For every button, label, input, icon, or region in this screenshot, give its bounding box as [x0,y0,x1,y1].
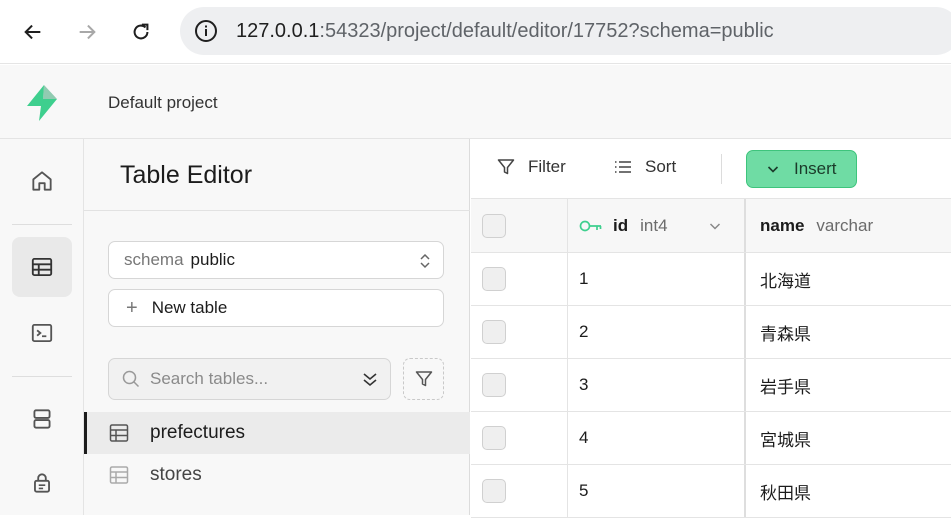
row-checkbox[interactable] [482,373,506,397]
cell-name[interactable]: 北海道 [746,253,951,305]
table-editor-icon [31,257,53,277]
reload-button[interactable] [125,16,157,48]
app-header: Default project [0,65,951,139]
schema-label: schema [124,250,184,269]
cell-id[interactable]: 4 [568,412,746,464]
rail-divider [12,376,72,377]
arrow-right-icon [79,24,96,40]
cell-name[interactable]: 秋田県 [746,465,951,517]
table-row[interactable]: 4 宮城県 [471,412,951,465]
chevron-up-down-icon [420,253,430,269]
search-icon [121,369,141,389]
table-name: stores [150,464,202,485]
cell-id[interactable]: 2 [568,306,746,358]
cell-name[interactable]: 宮城県 [746,412,951,464]
row-select-cell [471,359,568,411]
address-bar[interactable]: 127.0.0.1:54323/project/default/editor/1… [180,7,951,55]
sort-label: Sort [645,157,677,176]
nav-table-editor[interactable] [12,237,72,297]
nav-home[interactable] [12,151,72,211]
chevrons-down-icon[interactable] [361,369,379,389]
arrow-left-icon [24,24,41,40]
grid-toolbar: Filter Sort Insert [471,139,951,199]
column-header-id[interactable]: id int4 [568,199,746,252]
forward-button[interactable] [71,16,103,48]
new-table-button[interactable]: + New table [108,289,444,327]
auth-lock-icon [34,473,50,493]
table-list-item-prefectures[interactable]: prefectures [84,412,470,454]
back-button[interactable] [17,16,49,48]
row-checkbox[interactable] [482,426,506,450]
sort-button[interactable]: Sort [613,157,676,177]
plus-icon: + [126,296,138,319]
reload-icon [133,23,149,40]
column-name: id [613,215,629,235]
table-icon [108,464,130,486]
table-name: prefectures [150,422,246,443]
row-checkbox[interactable] [482,479,506,503]
row-checkbox[interactable] [482,267,506,291]
new-table-label: New table [151,298,228,317]
chevron-down-icon [767,166,779,173]
page-title: Table Editor [120,161,253,189]
filter-icon [415,371,432,387]
table-row[interactable]: 1 北海道 [471,253,951,306]
schema-value: public [190,250,235,269]
cell-id[interactable]: 5 [568,465,746,517]
nav-rail [0,139,84,515]
select-all-checkbox[interactable] [482,213,506,238]
filter-icon [497,159,515,175]
column-type: varchar [816,215,874,235]
filter-tables-button[interactable] [403,358,444,400]
url-text: 127.0.0.1:54323/project/default/editor/1… [236,20,774,43]
table-row[interactable]: 2 青森県 [471,306,951,359]
toolbar-divider [721,154,722,184]
grid-header-row: id int4 name varchar [471,199,951,253]
nav-authentication[interactable] [12,453,72,513]
insert-label: Insert [794,159,837,178]
chevron-down-icon[interactable] [708,219,722,233]
table-icon [108,422,130,444]
sql-editor-icon [31,323,53,343]
cell-name[interactable]: 青森県 [746,306,951,358]
row-checkbox[interactable] [482,320,506,344]
row-select-cell [471,306,568,358]
supabase-logo[interactable] [22,83,62,123]
schema-selector[interactable]: schema public [108,241,444,279]
rail-divider [12,224,72,225]
search-tables-input[interactable]: Search tables... [108,358,391,400]
column-name: name [760,215,805,235]
table-row[interactable]: 3 岩手県 [471,359,951,412]
search-placeholder: Search tables... [150,369,269,388]
filter-button[interactable]: Filter [496,157,566,177]
site-info-icon[interactable] [193,18,219,44]
cell-id[interactable]: 1 [568,253,746,305]
row-select-cell [471,465,568,517]
column-type: int4 [640,215,668,235]
column-header-name[interactable]: name varchar [746,199,951,252]
select-all-cell [471,199,568,252]
database-icon [33,409,51,429]
browser-toolbar: 127.0.0.1:54323/project/default/editor/1… [0,0,951,64]
nav-database[interactable] [12,389,72,449]
filter-label: Filter [528,157,566,176]
row-select-cell [471,253,568,305]
row-select-cell [471,412,568,464]
nav-sql-editor[interactable] [12,303,72,363]
project-name[interactable]: Default project [108,93,218,113]
insert-button[interactable]: Insert [746,150,857,188]
url-host: 127.0.0.1 [236,19,320,42]
url-path: :54323/project/default/editor/17752?sche… [319,19,774,42]
table-list-item-stores[interactable]: stores [84,454,470,496]
panel-divider [84,210,470,211]
cell-id[interactable]: 3 [568,359,746,411]
table-editor-panel: Table Editor schema public + New table S… [84,139,470,515]
cell-name[interactable]: 岩手県 [746,359,951,411]
primary-key-icon [579,220,602,231]
home-icon [32,171,52,191]
data-grid: id int4 name varchar 1 北海道 2 青森県 3 岩手県 4… [471,199,951,518]
table-row[interactable]: 5 秋田県 [471,465,951,518]
sort-list-icon [615,161,631,173]
